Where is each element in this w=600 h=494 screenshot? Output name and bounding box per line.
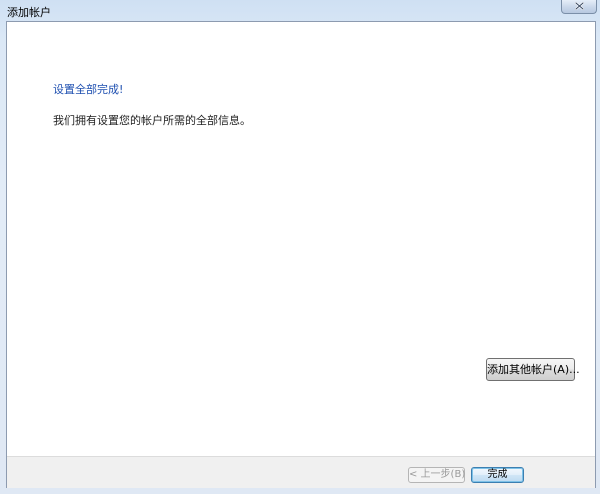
setup-complete-heading: 设置全部完成!	[53, 83, 124, 96]
close-icon	[575, 2, 584, 10]
wizard-content: 设置全部完成! 我们拥有设置您的帐户所需的全部信息。 添加其他帐户(A)... …	[6, 21, 596, 488]
close-button[interactable]	[561, 0, 597, 14]
back-button[interactable]: < 上一步(B)	[408, 467, 465, 483]
add-other-account-button[interactable]: 添加其他帐户(A)...	[486, 358, 580, 381]
setup-complete-description: 我们拥有设置您的帐户所需的全部信息。	[53, 114, 251, 127]
window-title: 添加帐户	[7, 6, 51, 19]
window-bottom-border	[0, 488, 600, 494]
finish-button[interactable]: 完成	[471, 467, 524, 483]
add-account-window: 添加帐户 设置全部完成! 我们拥有设置您的帐户所需的全部信息。 添加其他帐户(A…	[0, 0, 600, 494]
wizard-footer: < 上一步(B) 完成	[7, 456, 595, 488]
title-bar: 添加帐户	[0, 0, 600, 22]
